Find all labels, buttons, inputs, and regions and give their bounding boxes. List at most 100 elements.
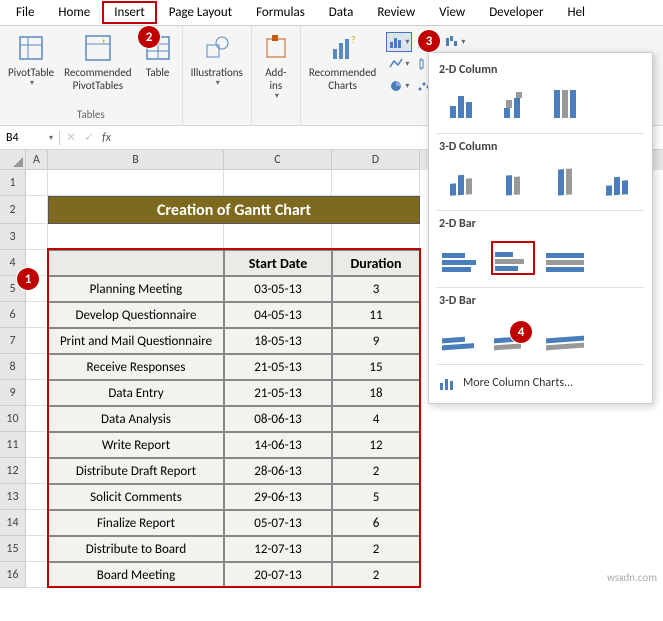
task-name-cell[interactable]: Board Meeting [48,562,224,588]
task-name-cell[interactable]: Distribute Draft Report [48,458,224,484]
duration-cell[interactable]: 5 [332,484,420,510]
cell[interactable] [332,224,420,250]
duration-cell[interactable]: 2 [332,458,420,484]
tab-data[interactable]: Data [317,1,366,24]
tab-developer[interactable]: Developer [477,1,555,24]
table-header-start-date[interactable]: Start Date [224,250,332,276]
addins-button[interactable]: Add- ins ▾ [260,30,292,108]
100-stacked-column-thumb[interactable] [543,87,587,121]
100-stacked-bar-thumb[interactable] [543,241,587,275]
3d-stacked-column-thumb[interactable] [491,164,535,198]
row-header[interactable]: 11 [0,432,26,458]
3d-clustered-column-thumb[interactable] [439,164,483,198]
sheet-title[interactable]: Creation of Gantt Chart [48,196,420,224]
duration-cell[interactable]: 15 [332,354,420,380]
fx-icon[interactable]: fx [102,131,111,145]
col-header-B[interactable]: B [48,150,224,170]
task-name-cell[interactable]: Write Report [48,432,224,458]
cell[interactable] [26,354,48,380]
cell[interactable] [332,170,420,196]
clustered-bar-thumb[interactable] [439,241,483,275]
task-name-cell[interactable]: Distribute to Board [48,536,224,562]
stacked-bar-thumb[interactable] [491,241,535,275]
3d-100-stacked-column-thumb[interactable] [543,164,587,198]
tab-page-layout[interactable]: Page Layout [157,1,244,24]
duration-cell[interactable]: 18 [332,380,420,406]
insert-column-chart-button[interactable]: ▾ [386,32,412,52]
tab-file[interactable]: File [4,1,46,24]
task-name-cell[interactable]: Solicit Comments [48,484,224,510]
col-header-C[interactable]: C [224,150,332,170]
row-header[interactable]: 9 [0,380,26,406]
pivot-table-button[interactable]: PivotTable ▾ [8,30,54,108]
tab-help[interactable]: Hel [555,1,597,24]
cell[interactable] [48,224,224,250]
more-column-charts[interactable]: More Column Charts... [429,367,652,399]
start-date-cell[interactable]: 18-05-13 [224,328,332,354]
start-date-cell[interactable]: 28-06-13 [224,458,332,484]
cell[interactable] [26,170,48,196]
start-date-cell[interactable]: 29-06-13 [224,484,332,510]
cell[interactable] [26,432,48,458]
cell[interactable] [26,302,48,328]
tab-review[interactable]: Review [365,1,427,24]
confirm-icon[interactable]: ✓ [84,130,94,145]
recommended-pivot-button[interactable]: Recommended PivotTables [64,30,131,108]
cell[interactable] [26,196,48,224]
start-date-cell[interactable]: 20-07-13 [224,562,332,588]
cell[interactable] [26,380,48,406]
task-name-cell[interactable]: Print and Mail Questionnaire [48,328,224,354]
start-date-cell[interactable]: 12-07-13 [224,536,332,562]
task-name-cell[interactable]: Develop Questionnaire [48,302,224,328]
duration-cell[interactable]: 2 [332,562,420,588]
cell[interactable] [48,170,224,196]
row-header[interactable]: 13 [0,484,26,510]
start-date-cell[interactable]: 21-05-13 [224,380,332,406]
task-name-cell[interactable]: Planning Meeting [48,276,224,302]
row-header[interactable]: 8 [0,354,26,380]
insert-waterfall-chart-button[interactable]: ▾ [442,32,468,52]
row-header[interactable]: 10 [0,406,26,432]
row-header[interactable]: 15 [0,536,26,562]
3d-column-thumb[interactable] [595,164,639,198]
row-header[interactable]: 6 [0,302,26,328]
cancel-icon[interactable]: ✕ [66,130,76,145]
cell[interactable] [26,536,48,562]
cell[interactable] [26,562,48,588]
cell[interactable] [26,484,48,510]
stacked-column-thumb[interactable] [491,87,535,121]
duration-cell[interactable]: 4 [332,406,420,432]
cell[interactable] [26,458,48,484]
start-date-cell[interactable]: 04-05-13 [224,302,332,328]
col-header-A[interactable]: A [26,150,48,170]
duration-cell[interactable]: 11 [332,302,420,328]
insert-line-chart-button[interactable]: ▾ [386,54,412,74]
tab-formulas[interactable]: Formulas [244,1,317,24]
3d-100-stacked-bar-thumb[interactable] [543,318,587,352]
illustrations-button[interactable]: Illustrations ▾ [191,30,243,108]
duration-cell[interactable]: 2 [332,536,420,562]
cell[interactable] [26,328,48,354]
cell[interactable] [224,170,332,196]
task-name-cell[interactable]: Data Analysis [48,406,224,432]
start-date-cell[interactable]: 08-06-13 [224,406,332,432]
task-name-cell[interactable]: Data Entry [48,380,224,406]
cell[interactable] [224,224,332,250]
row-header[interactable]: 1 [0,170,26,196]
clustered-column-thumb[interactable] [439,87,483,121]
start-date-cell[interactable]: 05-07-13 [224,510,332,536]
tab-home[interactable]: Home [46,1,102,24]
duration-cell[interactable]: 12 [332,432,420,458]
tab-view[interactable]: View [427,1,477,24]
cell[interactable] [26,224,48,250]
table-header-task[interactable] [48,250,224,276]
start-date-cell[interactable]: 21-05-13 [224,354,332,380]
cell[interactable] [26,510,48,536]
row-header[interactable]: 2 [0,196,26,224]
cell[interactable] [26,406,48,432]
duration-cell[interactable]: 9 [332,328,420,354]
row-header[interactable]: 7 [0,328,26,354]
row-header[interactable]: 12 [0,458,26,484]
row-header[interactable]: 16 [0,562,26,588]
tab-insert[interactable]: Insert [102,1,157,24]
